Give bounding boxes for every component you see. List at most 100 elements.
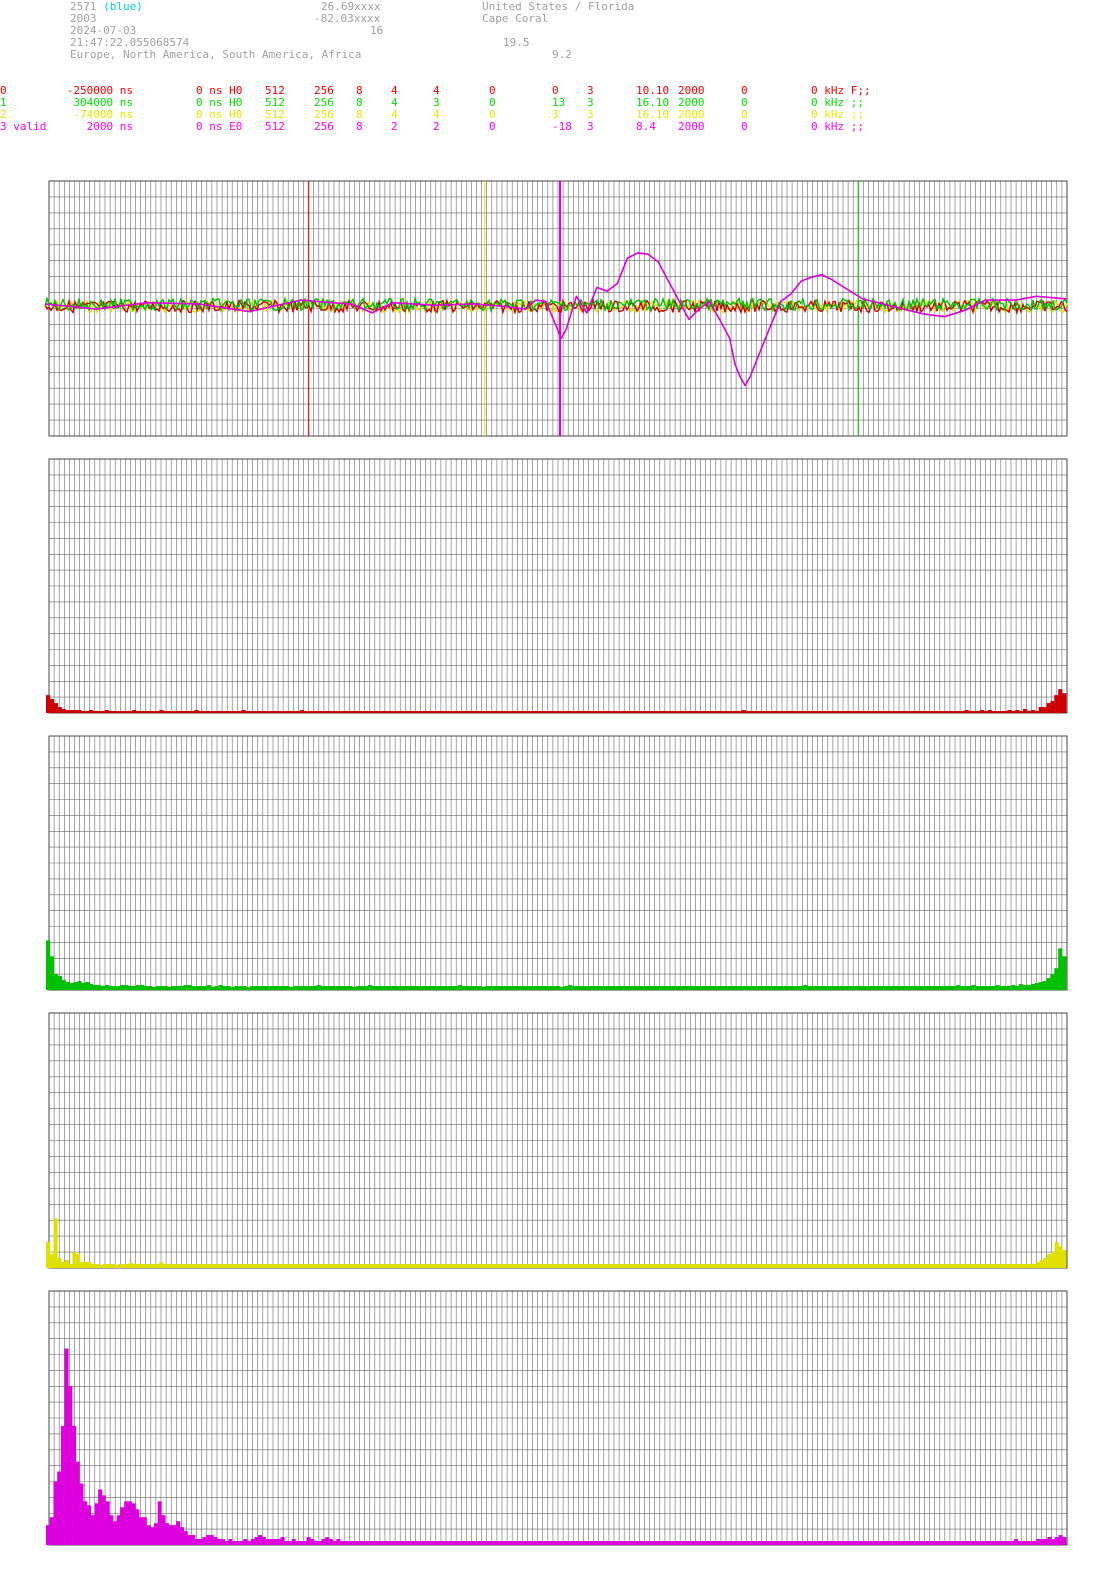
histogram-1-bar [995, 985, 1000, 990]
histogram-3-bar [381, 1541, 386, 1545]
histogram-0-bar [765, 711, 770, 713]
histogram-1-bar [1038, 982, 1043, 990]
histogram-1-bar [944, 986, 949, 990]
histogram-0-bar [300, 710, 305, 713]
histogram-2-bar [631, 1264, 636, 1268]
histogram-2-bar [1035, 1262, 1040, 1268]
histogram-0-bar [436, 711, 442, 713]
histogram-2-bar [1039, 1260, 1044, 1268]
histogram-1-bar [913, 986, 918, 990]
histogram-0-bar [257, 711, 262, 713]
histogram-2-bar [61, 1262, 66, 1268]
histogram-1-bar [442, 986, 447, 990]
histogram-0-bar [460, 711, 465, 713]
histogram-0-bar [413, 711, 418, 713]
histogram-3-bar [738, 1541, 743, 1545]
histogram-3-bar [671, 1541, 676, 1545]
histogram-3-bar [395, 1541, 400, 1545]
histogram-0-bar [831, 711, 836, 713]
histogram-1-bar [760, 986, 765, 990]
histogram-2-bar [608, 1264, 613, 1268]
histogram-3-bar [220, 1539, 225, 1545]
histogram-3-bar [641, 1541, 646, 1545]
histogram-0-bar [561, 711, 567, 713]
histogram-2-bar [994, 1264, 999, 1268]
histogram-0-bar [46, 695, 51, 713]
histogram-0-bar [331, 711, 336, 713]
histogram-0-bar [722, 711, 727, 713]
histogram-0-bar [1058, 689, 1063, 713]
histogram-3-bar [1047, 1537, 1052, 1545]
histogram-2-bar [227, 1264, 232, 1268]
histogram-3-bar [407, 1541, 412, 1545]
histogram-2-bar [174, 1264, 179, 1268]
histogram-2-bar [571, 1264, 576, 1268]
histogram-0-bar [296, 711, 301, 713]
histogram-0-bar [174, 711, 180, 713]
histogram-0-bar [444, 711, 449, 713]
histogram-0-bar [1034, 711, 1039, 713]
histogram-0-bar [811, 711, 817, 713]
histogram-0-bar [210, 711, 215, 713]
histogram-2-bar [718, 1264, 723, 1268]
histogram-1-bar [155, 986, 161, 990]
histogram-1-bar [752, 986, 757, 990]
histogram-2-bar [257, 1264, 262, 1268]
histogram-1-bar [591, 986, 596, 990]
histogram-2-bar [658, 1264, 663, 1268]
histogram-2-bar [537, 1264, 542, 1268]
histogram-3-bar [809, 1541, 814, 1545]
histogram-1-bar [57, 976, 62, 990]
histogram-3-bar [451, 1541, 456, 1545]
histogram-3-bar [794, 1541, 799, 1545]
histogram-2-bar [325, 1264, 330, 1268]
histogram-3-bar [526, 1541, 531, 1545]
histogram-1-bar [489, 986, 494, 990]
histogram-3-bar [440, 1541, 445, 1545]
histogram-3-bar [608, 1541, 613, 1545]
histogram-3-bar [954, 1541, 959, 1545]
histogram-1-bar [532, 986, 537, 990]
histogram-2-bar [790, 1264, 795, 1268]
histogram-3-bar [474, 1541, 479, 1545]
histogram-0-bar [186, 711, 191, 713]
histogram-1-bar [222, 986, 227, 990]
histogram-1-bar [465, 986, 470, 990]
histogram-0-bar [823, 711, 828, 713]
histogram-1-bar [595, 986, 600, 990]
histogram-0-bar [983, 711, 989, 713]
histogram-1-bar [862, 986, 867, 990]
histogram-1-bar [1026, 985, 1031, 990]
histogram-3-bar [150, 1527, 155, 1545]
histogram-2-bar [888, 1264, 893, 1268]
histogram-3-bar [247, 1541, 252, 1545]
histogram-1-bar [257, 986, 263, 990]
histogram-3-bar [727, 1541, 732, 1545]
histogram-1-bar [144, 986, 149, 990]
histogram-3-bar [250, 1539, 255, 1545]
histogram-1-bar [583, 986, 588, 990]
histogram-0-bar [792, 711, 797, 713]
histogram-0-bar [198, 711, 203, 713]
histogram-2-bar [1050, 1252, 1055, 1268]
histogram-1-bar [528, 986, 533, 990]
histogram-1-bar [587, 986, 592, 990]
histogram-2-bar [57, 1258, 62, 1268]
histogram-2-bar [1009, 1264, 1014, 1268]
histogram-2-bar [185, 1264, 190, 1268]
histogram-2-bar [87, 1262, 92, 1268]
histogram-1-bar [148, 986, 153, 990]
histogram-2-bar [703, 1264, 708, 1268]
histogram-2-bar [714, 1264, 719, 1268]
histogram-1-bar [108, 986, 113, 990]
histogram-2-bar [404, 1264, 409, 1268]
histogram-3-bar [790, 1541, 795, 1545]
histogram-1-bar [171, 986, 176, 990]
histogram-2-bar [204, 1264, 209, 1268]
histogram-3-bar [652, 1541, 657, 1545]
histogram-0-bar [190, 711, 195, 713]
histogram-3-bar [191, 1535, 196, 1545]
histogram-2-bar [548, 1264, 553, 1268]
histogram-1-bar [838, 986, 843, 990]
histogram-3-bar [239, 1541, 244, 1545]
